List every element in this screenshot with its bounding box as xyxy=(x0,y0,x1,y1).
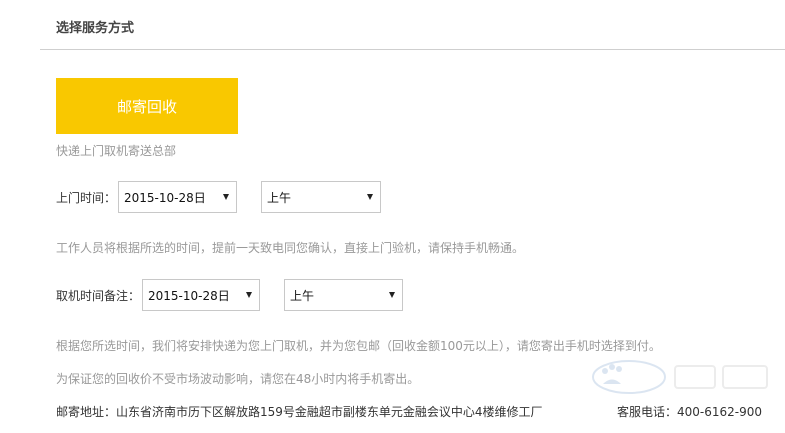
shipping-note: 根据您所选时间，我们将安排快递为您上门取机，并为您包邮（回收金额100元以上），… xyxy=(56,339,661,353)
collection-date-value: 2015-10-28日 xyxy=(148,288,230,303)
caret-down-icon xyxy=(246,292,253,298)
method-description: 快递上门取机寄送总部 xyxy=(56,144,177,158)
collection-time-label: 取机时间备注： xyxy=(56,288,141,303)
collection-period-select[interactable]: 上午 xyxy=(284,279,404,311)
pickup-period-select[interactable]: 上午 xyxy=(261,181,382,213)
price-guarantee-note: 为保证您的回收价不受市场波动影响，请您在48小时内将手机寄出。 xyxy=(56,372,420,386)
customer-service-hotline: 客服电话：400-6162-900 xyxy=(617,405,763,419)
mail-recycle-button[interactable]: 邮寄回收 xyxy=(56,78,238,134)
pickup-note: 工作人员将根据所选的时间，提前一天致电同您确认，直接上门验机，请保持手机畅通。 xyxy=(56,241,525,255)
pickup-date-select[interactable]: 2015-10-28日 xyxy=(118,181,238,213)
mailing-address: 邮寄地址：山东省济南市历下区解放路159号金融超市副楼东单元金融会议中心4楼维修… xyxy=(56,405,543,419)
collection-date-select[interactable]: 2015-10-28日 xyxy=(142,279,261,311)
caret-down-icon xyxy=(367,194,374,200)
collection-period-value: 上午 xyxy=(290,288,315,303)
pickup-time-label: 上门时间： xyxy=(56,190,117,205)
section-divider xyxy=(40,49,785,50)
pickup-period-value: 上午 xyxy=(267,190,292,205)
section-title: 选择服务方式 xyxy=(56,21,135,36)
baidu-jingyan-watermark-icon xyxy=(592,360,768,394)
pickup-date-value: 2015-10-28日 xyxy=(124,190,206,205)
caret-down-icon xyxy=(223,194,230,200)
pickup-time-row: 上门时间： 2015-10-28日 上午 xyxy=(56,181,382,213)
caret-down-icon xyxy=(389,292,396,298)
collection-time-row: 取机时间备注： 2015-10-28日 上午 xyxy=(56,279,404,311)
